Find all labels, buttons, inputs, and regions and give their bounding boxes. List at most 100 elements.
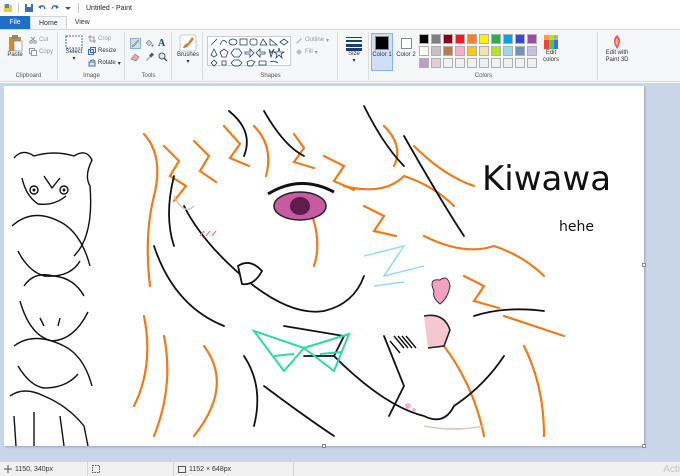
palette-swatch[interactable]	[491, 34, 501, 44]
hehe-text: hehe	[559, 219, 594, 235]
resize-button[interactable]: Resize	[88, 47, 116, 55]
edit-with-paint3d-button[interactable]: Edit with Paint 3D	[599, 34, 635, 64]
palette-swatch[interactable]	[503, 58, 513, 68]
shapes-icon	[210, 38, 289, 67]
cut-button[interactable]: Cut	[29, 36, 48, 44]
fill-tool[interactable]	[144, 38, 155, 49]
palette-swatch[interactable]	[479, 34, 489, 44]
palette-swatch[interactable]	[455, 46, 465, 56]
title-bar: Untitled - Paint	[0, 0, 680, 16]
drawing-canvas[interactable]: Kiwawa hehe	[4, 86, 644, 447]
palette-swatch[interactable]	[527, 58, 537, 68]
scissors-icon	[29, 36, 37, 44]
size-group: Size ▾	[339, 32, 369, 80]
brushes-button[interactable]: Brushes ▾	[176, 34, 200, 66]
color-picker-tool[interactable]	[144, 52, 155, 63]
palette-swatch[interactable]	[479, 58, 489, 68]
color1-swatch	[375, 36, 389, 50]
image-group: Select ▾ Crop Resize Rotate ▾ Image	[59, 32, 125, 80]
select-label: Select	[65, 49, 83, 55]
magnifier-tool[interactable]	[158, 52, 169, 63]
outline-label: Outline	[305, 37, 325, 43]
color1-button[interactable]: Color 1	[371, 33, 393, 71]
copy-button[interactable]: Copy	[29, 48, 53, 56]
pencil-tool[interactable]	[130, 38, 141, 49]
crop-button[interactable]: Crop	[88, 35, 111, 43]
palette-swatch[interactable]	[467, 34, 477, 44]
size-dropdown-icon: ▾	[352, 58, 356, 64]
color2-swatch	[400, 38, 412, 49]
eyedropper-icon	[146, 52, 154, 61]
palette-swatch[interactable]	[443, 34, 453, 44]
colors-group: Color 1 Color 2 Edit colors Colors	[370, 32, 598, 80]
palette-swatch[interactable]	[479, 46, 489, 56]
palette-swatch[interactable]	[515, 34, 525, 44]
palette-swatch[interactable]	[515, 58, 525, 68]
palette-swatch[interactable]	[515, 46, 525, 56]
redo-icon[interactable]	[50, 3, 60, 13]
select-button[interactable]: Select ▾	[62, 34, 86, 63]
tab-home[interactable]: Home	[30, 16, 67, 29]
palette-swatch[interactable]	[419, 58, 429, 68]
paste-button[interactable]: Paste	[4, 34, 26, 59]
canvas-workspace[interactable]: Kiwawa hehe	[0, 83, 680, 461]
activation-watermark: Acti	[663, 464, 680, 475]
palette-swatch[interactable]	[431, 46, 441, 56]
rotate-label: Rotate	[98, 60, 116, 66]
color1-label: Color 1	[372, 52, 392, 58]
palette-swatch[interactable]	[503, 46, 513, 56]
fill-icon	[296, 49, 302, 55]
eraser-tool[interactable]	[130, 52, 141, 63]
resize-label: Resize	[98, 48, 117, 54]
image-size: 1152 × 648px	[174, 462, 294, 476]
selection-size	[88, 462, 174, 476]
size-label: Size	[348, 51, 360, 57]
color2-label: Color 2	[396, 52, 416, 58]
palette-swatch[interactable]	[491, 46, 501, 56]
palette-swatch[interactable]	[419, 46, 429, 56]
paint-bucket-icon	[145, 39, 154, 47]
brushes-group: Brushes ▾	[173, 32, 203, 80]
outline-button[interactable]: Outline ▾	[295, 36, 329, 44]
palette-swatch[interactable]	[443, 46, 453, 56]
palette-swatch[interactable]	[491, 58, 501, 68]
canvas-resize-handle-corner[interactable]	[642, 444, 646, 448]
palette-swatch[interactable]	[455, 58, 465, 68]
palette-swatch[interactable]	[419, 34, 429, 44]
clipboard-group: Paste Cut Copy Clipboard	[0, 32, 58, 80]
undo-icon[interactable]	[37, 3, 47, 13]
tab-file[interactable]: File	[0, 16, 30, 29]
palette-swatch[interactable]	[431, 58, 441, 68]
palette-swatch[interactable]	[443, 58, 453, 68]
tab-view[interactable]: View	[67, 16, 98, 29]
text-tool-icon[interactable]: A	[158, 38, 169, 49]
size-button[interactable]: Size ▾	[342, 35, 366, 65]
color2-button[interactable]: Color 2	[395, 33, 417, 71]
palette-swatch[interactable]	[467, 58, 477, 68]
canvas-resize-handle-right[interactable]	[642, 263, 646, 267]
image-size-text: 1152 × 648px	[189, 465, 232, 473]
brushes-label: Brushes	[176, 52, 199, 58]
palette-swatch[interactable]	[455, 34, 465, 44]
cut-label: Cut	[39, 37, 49, 43]
palette-swatch[interactable]	[527, 34, 537, 44]
palette-swatch[interactable]	[467, 46, 477, 56]
cursor-position: 1150, 340px	[0, 462, 88, 476]
copy-icon	[29, 48, 37, 56]
window-title: Untitled - Paint	[86, 4, 132, 12]
rotate-icon	[88, 59, 96, 67]
customize-toolbar-icon[interactable]	[63, 3, 73, 13]
save-icon[interactable]	[24, 3, 34, 13]
rotate-button[interactable]: Rotate ▾	[88, 59, 121, 67]
fill-button[interactable]: Fill ▾	[295, 48, 318, 56]
canvas-resize-handle-bottom[interactable]	[322, 444, 326, 448]
edit-paint3d-label: Edit with Paint 3D	[605, 50, 629, 63]
edit-colors-button[interactable]: Edit colors	[540, 34, 562, 64]
color-palette	[419, 34, 545, 70]
palette-swatch[interactable]	[431, 34, 441, 44]
palette-swatch[interactable]	[503, 34, 513, 44]
drawing-artwork: Kiwawa hehe	[9, 105, 611, 447]
shapes-gallery[interactable]	[207, 36, 291, 67]
brushes-dropdown-icon: ▾	[186, 59, 190, 65]
palette-swatch[interactable]	[527, 46, 537, 56]
